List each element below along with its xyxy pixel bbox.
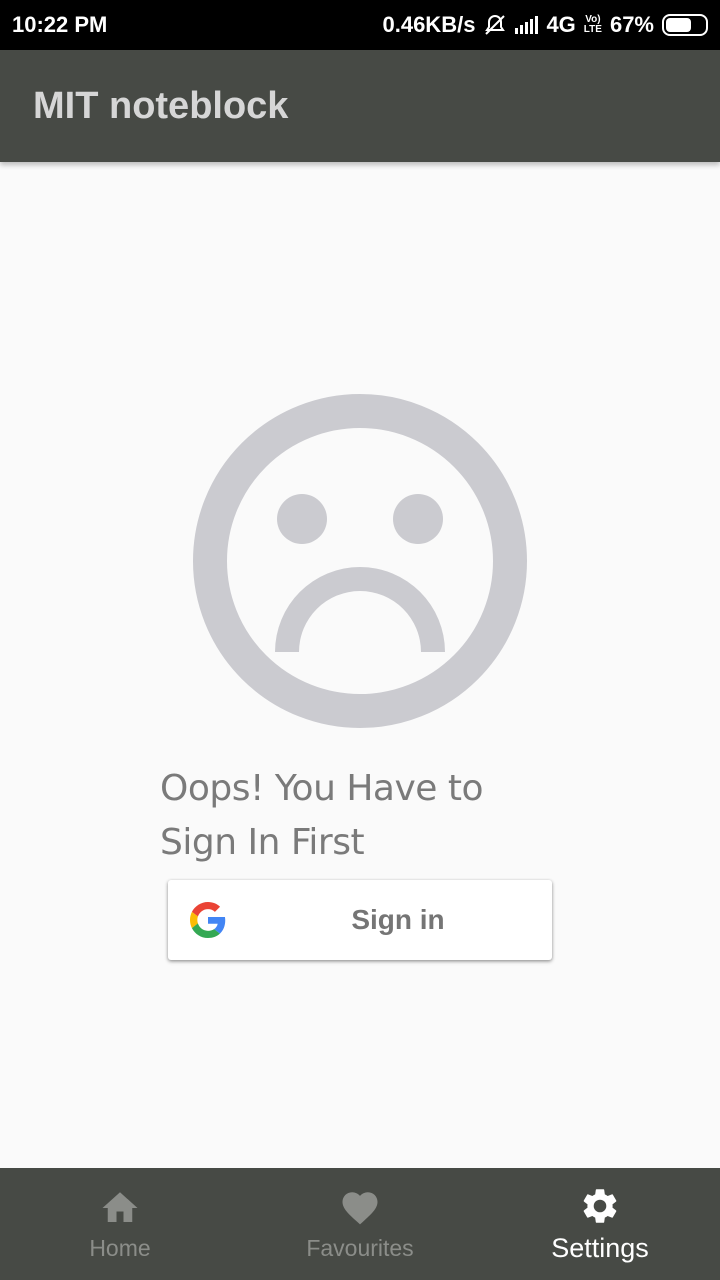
heart-icon — [342, 1191, 378, 1224]
sad-face-icon — [193, 394, 527, 728]
status-time: 10:22 PM — [12, 12, 108, 37]
network-speed: 0.46KB/s — [382, 12, 476, 37]
google-g-icon — [190, 902, 226, 938]
mute-bell-icon — [485, 14, 506, 35]
network-type: 4G — [546, 12, 576, 37]
volte-icon: Vo) LTE — [583, 14, 602, 35]
app-title: MIT noteblock — [33, 84, 289, 127]
nav-label-home: Home — [89, 1234, 151, 1261]
nav-label-settings: Settings — [551, 1232, 649, 1263]
nav-item-home[interactable]: Home — [0, 1168, 240, 1280]
battery-icon — [662, 14, 708, 36]
status-bar: 10:22 PM 0.46KB/s 4G Vo) LTE 67% — [0, 0, 720, 50]
gear-icon — [583, 1188, 617, 1223]
battery-percent: 67% — [609, 12, 654, 37]
nav-item-favourites[interactable]: Favourites — [240, 1168, 480, 1280]
sign-in-required-message: Oops! You Have to Sign In First — [160, 768, 484, 863]
home-icon — [102, 1191, 138, 1222]
nav-label-favourites: Favourites — [306, 1234, 414, 1261]
nav-item-settings[interactable]: Settings — [480, 1168, 720, 1280]
app-bar: MIT noteblock — [0, 50, 720, 162]
status-indicators: 0.46KB/s 4G Vo) LTE 67% — [382, 12, 708, 38]
bottom-navigation: Home Favourites Settings — [0, 1168, 720, 1280]
google-sign-in-button[interactable]: Sign in — [168, 880, 552, 960]
signal-icon — [515, 16, 539, 34]
